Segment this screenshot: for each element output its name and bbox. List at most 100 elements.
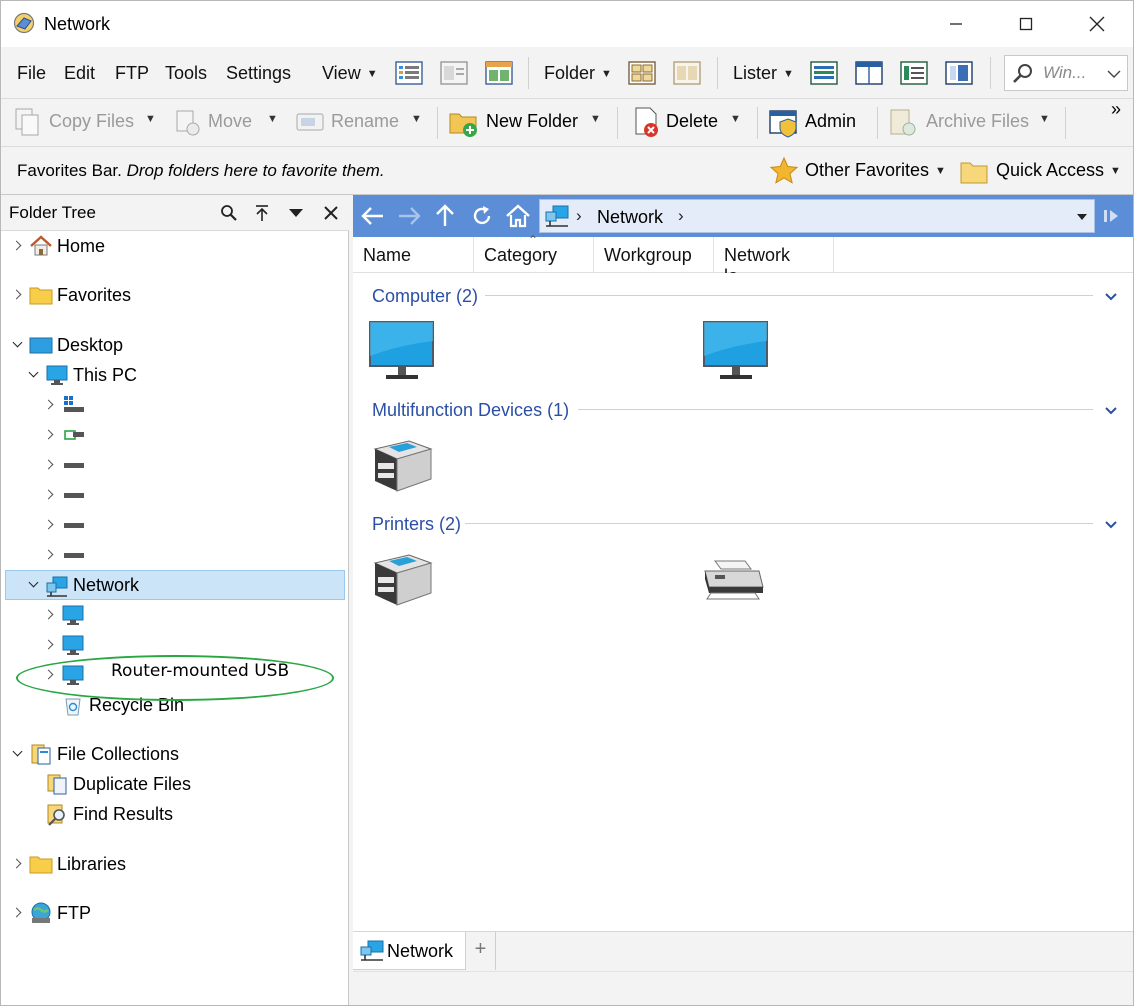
column-category[interactable]: ⌃ Category xyxy=(474,233,594,273)
computer-icon[interactable] xyxy=(703,321,769,381)
refresh-icon[interactable] xyxy=(470,204,494,228)
archive-files-button[interactable]: Archive Files xyxy=(926,111,1029,132)
column-network-location[interactable]: Network lo... xyxy=(714,237,834,286)
group-header-multifunction-devices[interactable]: Multifunction Devices (1) xyxy=(372,400,569,421)
collapse-to-top-icon[interactable] xyxy=(253,204,271,222)
multifunction-printer-icon[interactable] xyxy=(369,437,435,493)
tree-item-drive[interactable] xyxy=(43,391,89,419)
dual-pane-icon[interactable] xyxy=(484,59,514,87)
tree-item-ftp[interactable]: FTP xyxy=(11,899,91,927)
tree-item-file-collections[interactable]: File Collections xyxy=(11,740,179,768)
other-favorites-button[interactable]: Other Favorites ▼ xyxy=(805,160,946,181)
multifunction-printer-icon[interactable] xyxy=(369,551,435,607)
tree-item-drive[interactable] xyxy=(43,421,89,449)
tree-item-drive[interactable] xyxy=(43,481,89,509)
tree-item-libraries[interactable]: Libraries xyxy=(11,850,126,878)
breadcrumb-separator-icon[interactable]: › xyxy=(678,206,684,226)
rename-button[interactable]: Rename xyxy=(331,111,399,132)
toolbar-overflow-button[interactable]: » xyxy=(1111,99,1121,120)
chevron-right-icon[interactable] xyxy=(43,608,57,622)
close-icon[interactable] xyxy=(323,205,339,221)
tree-lister-icon[interactable] xyxy=(899,59,929,87)
menu-ftp[interactable]: FTP xyxy=(115,63,149,84)
new-folder-button[interactable]: New Folder xyxy=(486,111,578,132)
chevron-down-icon[interactable] xyxy=(1107,69,1121,79)
split-lister-icon[interactable] xyxy=(854,59,884,87)
move-icon[interactable] xyxy=(171,105,205,139)
chevron-down-icon[interactable] xyxy=(11,747,25,761)
details-view-icon[interactable] xyxy=(394,59,424,87)
chevron-down-icon[interactable]: ▼ xyxy=(267,113,278,125)
tree-item-drive[interactable] xyxy=(43,451,89,479)
chevron-down-icon[interactable] xyxy=(288,207,304,219)
chevron-right-icon[interactable] xyxy=(43,518,57,532)
breadcrumb-network[interactable]: Network xyxy=(597,207,663,228)
menu-edit[interactable]: Edit xyxy=(64,63,95,84)
tree-item-home[interactable]: Home xyxy=(11,232,105,260)
group-header-printers[interactable]: Printers (2) xyxy=(372,514,461,535)
view-menu[interactable]: View ▼ xyxy=(322,63,378,84)
printer-icon[interactable] xyxy=(701,557,767,601)
search-box[interactable]: Win... xyxy=(1004,55,1128,91)
new-folder-icon[interactable] xyxy=(447,105,481,139)
thumbnails-icon[interactable] xyxy=(627,59,657,87)
chevron-down-icon[interactable] xyxy=(27,368,41,382)
chevron-down-icon[interactable] xyxy=(27,578,41,592)
chevron-right-icon[interactable] xyxy=(43,548,57,562)
folder-menu[interactable]: Folder ▼ xyxy=(544,63,612,84)
chevron-down-icon[interactable]: ▼ xyxy=(145,113,156,125)
chevron-right-icon[interactable] xyxy=(43,488,57,502)
chevron-down-icon[interactable] xyxy=(1105,518,1117,530)
viewer-lister-icon[interactable] xyxy=(944,59,974,87)
admin-icon[interactable] xyxy=(767,105,801,139)
back-arrow-icon[interactable] xyxy=(361,205,385,227)
tree-item-find-results[interactable]: Find Results xyxy=(27,800,173,828)
copy-files-icon[interactable] xyxy=(11,105,45,139)
chevron-down-icon[interactable]: ▼ xyxy=(590,113,601,125)
tree-item-network[interactable]: Network xyxy=(27,571,139,599)
tree-item-this-pc[interactable]: This PC xyxy=(27,361,137,389)
tree-item-favorites[interactable]: Favorites xyxy=(11,281,131,309)
chevron-down-icon[interactable] xyxy=(1076,212,1088,222)
menu-tools[interactable]: Tools xyxy=(165,63,207,84)
chevron-right-icon[interactable] xyxy=(11,857,25,871)
pane-toggle-icon[interactable] xyxy=(1103,208,1119,224)
minimize-button[interactable] xyxy=(920,1,992,47)
move-button[interactable]: Move xyxy=(208,111,252,132)
home-icon[interactable] xyxy=(505,203,531,229)
tab-network[interactable]: Network xyxy=(353,932,466,970)
chevron-right-icon[interactable] xyxy=(43,638,57,652)
menu-file[interactable]: File xyxy=(17,63,46,84)
search-icon[interactable] xyxy=(220,204,238,222)
chevron-right-icon[interactable] xyxy=(11,239,25,253)
chevron-down-icon[interactable]: ▼ xyxy=(1039,113,1050,125)
preview-pane-icon[interactable] xyxy=(439,59,469,87)
up-arrow-icon[interactable] xyxy=(434,204,456,228)
chevron-right-icon[interactable] xyxy=(11,906,25,920)
chevron-right-icon[interactable] xyxy=(43,428,57,442)
new-tab-button[interactable]: + xyxy=(466,932,496,970)
chevron-right-icon[interactable] xyxy=(11,288,25,302)
lister-menu[interactable]: Lister ▼ xyxy=(733,63,794,84)
rename-icon[interactable] xyxy=(293,105,327,139)
column-name[interactable]: Name xyxy=(353,237,474,273)
chevron-down-icon[interactable]: ▼ xyxy=(411,113,422,125)
close-button[interactable] xyxy=(1061,1,1133,47)
archive-files-icon[interactable] xyxy=(887,105,921,139)
quick-access-button[interactable]: Quick Access ▼ xyxy=(996,160,1121,181)
forward-arrow-icon[interactable] xyxy=(397,205,421,227)
copy-files-button[interactable]: Copy Files xyxy=(49,111,134,132)
tree-item-duplicate-files[interactable]: Duplicate Files xyxy=(27,770,191,798)
delete-icon[interactable] xyxy=(630,105,664,139)
tree-item-network-computer[interactable] xyxy=(43,631,89,659)
admin-button[interactable]: Admin xyxy=(805,111,856,132)
maximize-button[interactable] xyxy=(990,1,1062,47)
chevron-right-icon[interactable] xyxy=(43,458,57,472)
chevron-down-icon[interactable]: ▼ xyxy=(730,113,741,125)
single-lister-icon[interactable] xyxy=(809,59,839,87)
chevron-down-icon[interactable] xyxy=(1105,290,1117,302)
tree-item-desktop[interactable]: Desktop xyxy=(11,331,123,359)
chevron-down-icon[interactable] xyxy=(1105,404,1117,416)
column-workgroup[interactable]: Workgroup xyxy=(594,237,714,273)
tree-item-drive[interactable] xyxy=(43,511,89,539)
